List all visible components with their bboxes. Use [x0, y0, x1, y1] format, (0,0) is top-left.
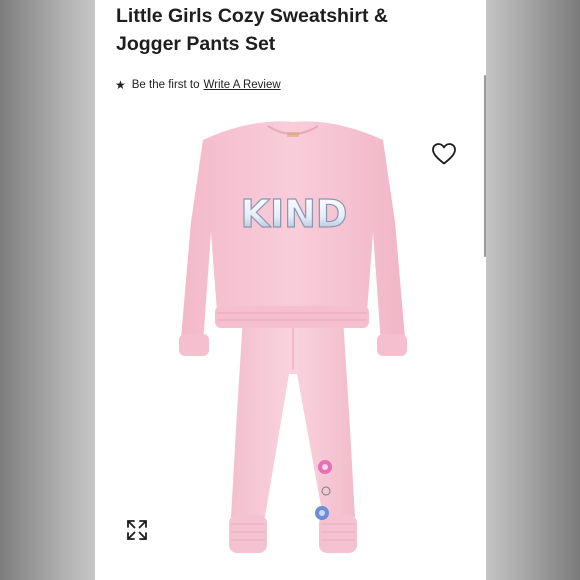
- heart-outline-icon: [432, 143, 456, 165]
- scrollbar[interactable]: [484, 75, 486, 257]
- write-review-link[interactable]: Write A Review: [204, 79, 281, 91]
- product-title: Little Girls Cozy Sweatshirt & Jogger Pa…: [116, 5, 388, 55]
- star-icon: ★: [115, 78, 126, 92]
- review-row: ★ Be the first to Write A Review: [115, 76, 281, 94]
- jogger-pants: [229, 317, 357, 553]
- review-prompt: Be the first to: [131, 79, 200, 91]
- kind-graphic: KIND: [241, 192, 348, 236]
- photo-background-right: [486, 0, 580, 580]
- wishlist-button[interactable]: [431, 142, 457, 166]
- product-image: KIND: [173, 112, 413, 564]
- sweatshirt: KIND: [179, 121, 407, 356]
- expand-image-button[interactable]: [126, 519, 148, 541]
- photo-background-left: [0, 0, 95, 580]
- product-page: Little Girls Cozy Sweatshirt & Jogger Pa…: [95, 0, 486, 580]
- expand-arrows-icon: [127, 520, 147, 540]
